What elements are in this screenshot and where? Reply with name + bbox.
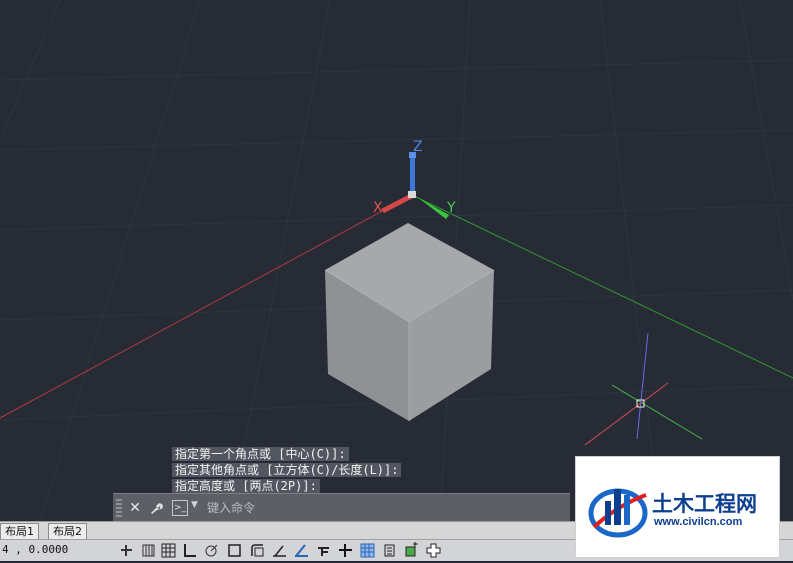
command-history-line-1: 指定第一个角点或 [中心(C)]: [172,447,349,461]
ucs-y-label: Y [446,200,456,216]
drawing-viewport[interactable]: Z X Y 指定第一个角点或 [中心(C)]: 指定其他角点或 [立方体(C)/… [0,0,793,521]
transparency-icon[interactable] [359,542,376,559]
model-space-canvas: Z X Y [0,0,793,521]
command-history-line-3: 指定高度或 [两点(2P)]: [172,479,320,493]
command-prompt-icon[interactable]: >_ [172,500,188,516]
ortho-mode-icon[interactable] [181,542,198,559]
grid-icon[interactable] [160,542,177,559]
command-line: ✕ >_ ▼ [113,493,570,521]
box-solid[interactable] [324,223,495,421]
watermark-title: 土木工程网 [652,492,757,516]
object-snap-tracking-icon[interactable] [271,542,288,559]
polar-tracking-icon[interactable] [203,542,220,559]
dynamic-input-icon[interactable] [315,542,332,559]
ucs-origin [408,191,416,198]
drag-handle-icon[interactable] [116,499,122,517]
civilcn-logo-icon: 土木工程网 www.civilcn.com [588,488,757,538]
snap-mode-icon[interactable] [118,542,135,559]
chevron-down-icon[interactable]: ▼ [191,500,198,510]
ucs-icon[interactable]: Z X Y [373,139,456,219]
watermark-logo: 土木工程网 www.civilcn.com [575,456,780,558]
grid-display-icon[interactable] [140,542,157,559]
command-input[interactable] [205,497,564,519]
tab-layout-1[interactable]: 布局1 [0,523,39,540]
coordinate-readout: 4 , 0.0000 [2,543,69,556]
ucs-z-axis [410,156,415,196]
watermark-url: www.civilcn.com [653,516,742,528]
add-icon[interactable] [425,542,442,559]
3d-object-snap-icon[interactable] [249,542,266,559]
close-icon[interactable]: ✕ [126,498,144,518]
ucs-z-label: Z [413,139,423,155]
wrench-icon[interactable] [147,498,165,518]
selection-cycling-icon[interactable] [403,542,420,559]
ucs-x-label: X [373,200,383,216]
dynamic-ucs-icon[interactable] [293,542,310,559]
lineweight-icon[interactable] [337,542,354,559]
command-history-line-2: 指定其他角点或 [立方体(C)/长度(L)]: [172,463,402,477]
tab-layout-2[interactable]: 布局2 [48,523,87,540]
ucs-y-axis [412,193,449,219]
quick-properties-icon[interactable] [381,542,398,559]
object-snap-icon[interactable] [226,542,243,559]
crosshair-cursor [584,332,703,446]
